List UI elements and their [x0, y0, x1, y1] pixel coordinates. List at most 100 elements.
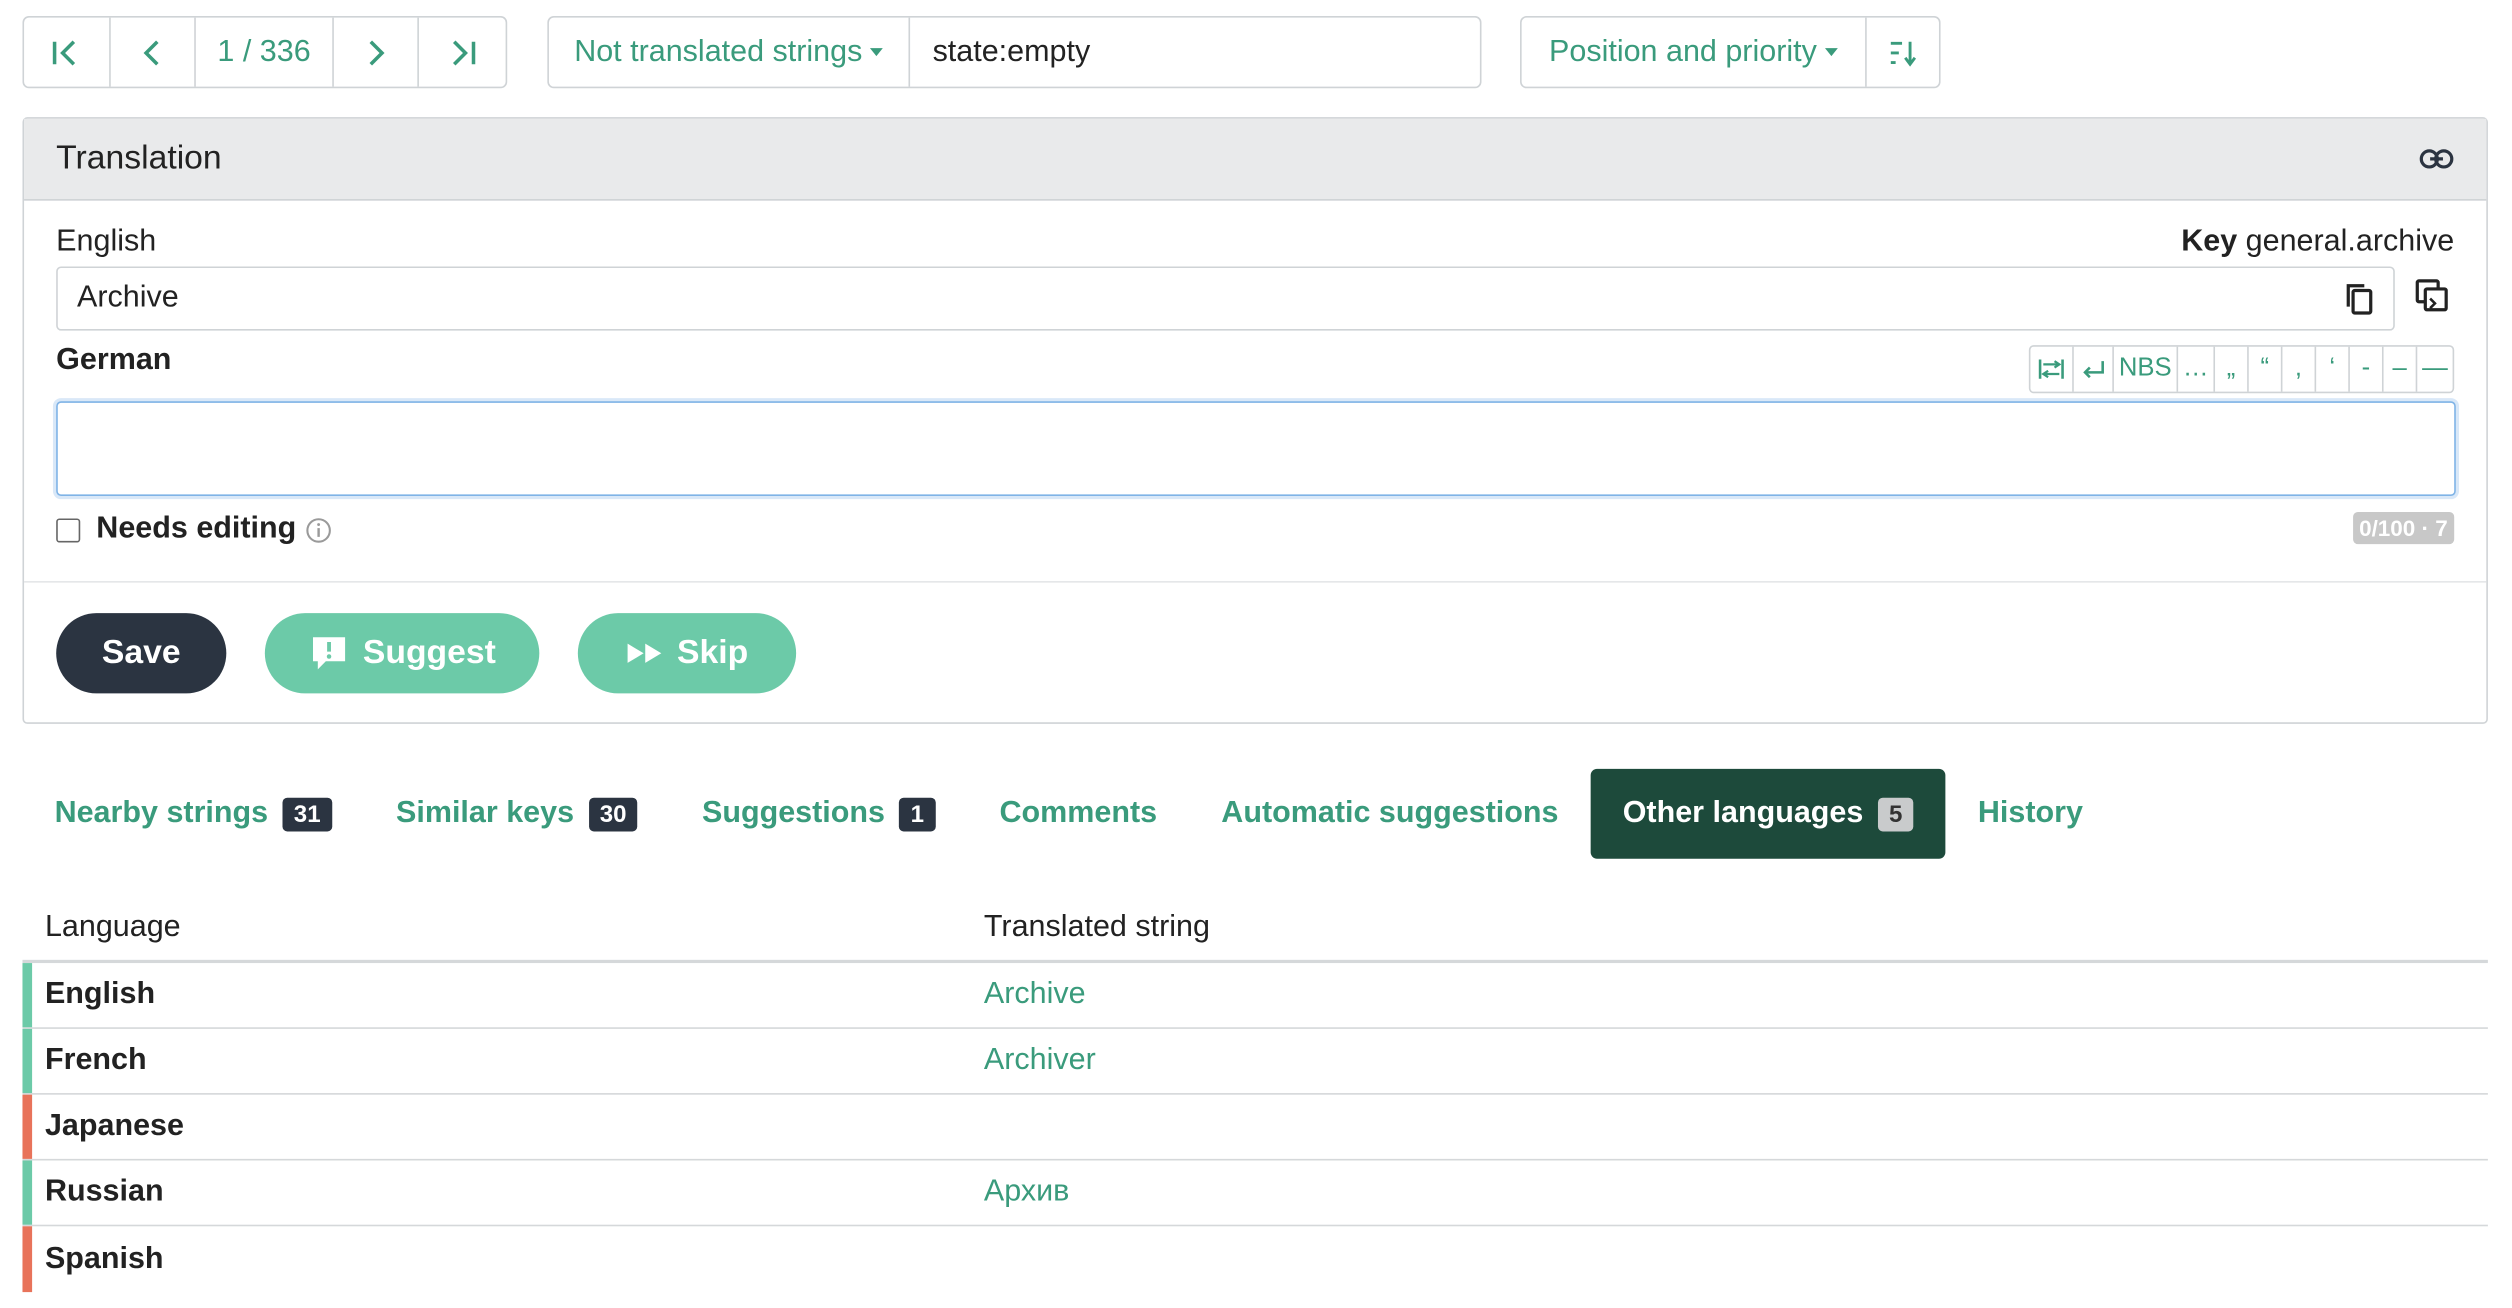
save-label: Save — [101, 634, 181, 671]
last-button[interactable] — [419, 18, 505, 87]
language-cell: Russian — [44, 1174, 164, 1209]
table-row: French Archiver — [22, 1028, 2488, 1095]
panel-header: Translation — [24, 118, 2487, 201]
copy-icon[interactable] — [2342, 281, 2377, 316]
translation-panel: Translation English Key general.archive … — [22, 117, 2488, 724]
info-icon[interactable] — [304, 516, 331, 543]
top-toolbar: 1 / 336 Not translated strings state:emp… — [22, 16, 2512, 89]
key-label: Key — [2181, 224, 2238, 259]
insert-newline-button[interactable] — [2074, 346, 2115, 392]
char-low-quote-button[interactable]: „ — [2215, 346, 2249, 392]
source-language-label: English — [56, 224, 157, 259]
table-row: Spanish — [22, 1226, 2487, 1293]
char-em-dash-button[interactable]: — — [2417, 347, 2452, 392]
suggest-label: Suggest — [362, 634, 496, 671]
tab-similar-keys[interactable]: Similar keys 30 — [364, 769, 670, 859]
first-page-icon — [53, 39, 76, 65]
tab-label: Suggestions — [701, 796, 885, 830]
language-cell: French — [44, 1043, 147, 1078]
char-low-single-quote-button[interactable]: , — [2282, 346, 2317, 392]
link-icon[interactable] — [2419, 148, 2454, 170]
next-button[interactable] — [333, 17, 420, 87]
panel-title: Translation — [56, 139, 222, 177]
translated-string-link[interactable]: Archive — [984, 978, 2488, 1013]
tab-other-languages[interactable]: Other languages 5 — [1590, 768, 1946, 859]
other-languages-table: Language Translated string English Archi… — [22, 896, 2488, 1293]
last-page-icon — [453, 39, 476, 65]
clone-source-icon[interactable] — [2412, 276, 2451, 315]
table-row: Russian Архив — [22, 1160, 2488, 1227]
char-high-quote-button[interactable]: “ — [2249, 346, 2283, 392]
key-info: Key general.archive — [2181, 225, 2454, 260]
fast-forward-icon — [627, 643, 662, 663]
sort-direction-button[interactable] — [1867, 18, 1939, 87]
needs-editing-checkbox[interactable] — [56, 517, 81, 542]
translated-column-header: Translated string — [983, 910, 1210, 944]
tab-label: Automatic suggestions — [1221, 796, 1559, 830]
table-row: English Archive — [22, 963, 2488, 1029]
tab-nearby-strings[interactable]: Nearby strings 31 — [22, 769, 363, 859]
tab-bar: Nearby strings 31 Similar keys 30 Sugges… — [22, 768, 2115, 859]
filter-dropdown[interactable]: Not translated strings — [549, 17, 911, 87]
translated-string-link[interactable]: Archiver — [984, 1043, 2488, 1078]
tab-label: History — [1977, 796, 2083, 830]
char-nbsp-button[interactable]: NBS — [2114, 346, 2179, 392]
source-string: Archive — [56, 266, 2395, 331]
suggest-button[interactable]: Suggest — [264, 613, 540, 694]
tab-suggestions[interactable]: Suggestions 1 — [670, 769, 968, 859]
chevron-left-icon — [143, 39, 159, 65]
tab-label: Other languages — [1622, 796, 1864, 830]
sort-label: Position and priority — [1549, 34, 1817, 69]
source-text: Archive — [77, 280, 179, 315]
translated-string-link[interactable]: Архив — [984, 1175, 2488, 1210]
needs-editing-option: Needs editing — [56, 512, 331, 547]
tab-comments[interactable]: Comments — [967, 769, 1189, 859]
count-badge: 1 — [899, 796, 936, 831]
language-cell: Spanish — [44, 1241, 164, 1276]
tab-automatic-suggestions[interactable]: Automatic suggestions — [1189, 769, 1590, 859]
panel-divider — [24, 581, 2487, 583]
page-position: 1 / 336 — [196, 17, 334, 87]
char-single-quote-button[interactable]: ‘ — [2316, 346, 2350, 392]
tab-arrows-icon — [2038, 359, 2064, 379]
count-badge: 5 — [1877, 796, 1914, 831]
status-bar — [22, 1160, 33, 1225]
translation-textarea[interactable] — [56, 401, 2456, 496]
key-value: general.archive — [2245, 224, 2455, 259]
count-badge: 30 — [588, 796, 638, 831]
char-ellipsis-button[interactable]: … — [2178, 346, 2216, 392]
status-bar — [22, 1028, 33, 1094]
skip-label: Skip — [677, 634, 749, 671]
char-hyphen-button[interactable]: - — [2350, 346, 2384, 392]
chevron-right-icon — [369, 39, 385, 65]
tab-label: Comments — [999, 796, 1158, 830]
sort-dropdown[interactable]: Position and priority — [1522, 17, 1867, 87]
char-en-dash-button[interactable]: – — [2384, 346, 2418, 392]
filter-label: Not translated strings — [574, 34, 863, 69]
language-cell: Japanese — [44, 1109, 184, 1143]
character-counter: 0/100 · 7 — [2352, 512, 2455, 545]
status-bar — [22, 1094, 33, 1159]
tab-history[interactable]: History — [1946, 769, 2115, 859]
tab-label: Nearby strings — [54, 796, 269, 830]
tab-label: Similar keys — [396, 796, 575, 830]
insert-tab-button[interactable] — [2031, 346, 2074, 392]
save-button[interactable]: Save — [56, 613, 227, 694]
first-button[interactable] — [24, 17, 111, 87]
table-body: English Archive French Archiver Japanese… — [22, 963, 2488, 1293]
comment-alert-icon — [313, 637, 346, 670]
search-query-input[interactable]: state:empty — [910, 18, 1480, 87]
filter-group: Not translated strings state:empty — [547, 16, 1482, 89]
count-badge: 31 — [282, 796, 332, 831]
translation-editor: 1 / 336 Not translated strings state:emp… — [0, 0, 2512, 1308]
table-row: Japanese — [22, 1094, 2488, 1161]
skip-button[interactable]: Skip — [577, 613, 797, 694]
target-language-label: German — [56, 343, 172, 378]
caret-down-icon — [870, 48, 884, 57]
language-column-header: Language — [44, 910, 181, 944]
previous-button[interactable] — [110, 17, 197, 87]
language-cell: English — [44, 977, 156, 1012]
sort-descending-icon — [1890, 40, 1916, 66]
status-bar — [22, 1226, 33, 1293]
caret-down-icon — [1824, 48, 1838, 57]
